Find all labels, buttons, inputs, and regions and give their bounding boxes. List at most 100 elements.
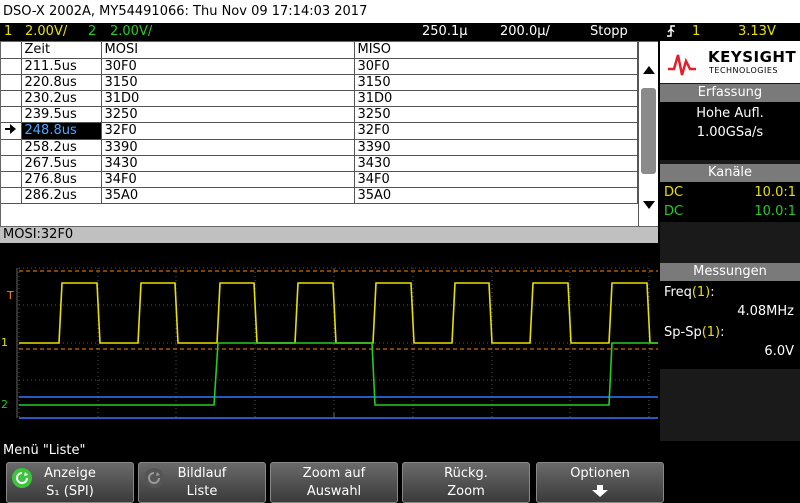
chevron-down-icon [537,484,663,503]
measurement-1-value: 4.08MHz [737,304,794,319]
timebase-scale[interactable]: 200.0µ/ [500,23,550,41]
marker-column [1,42,22,59]
softkey-undo-zoom[interactable]: Rückg. Zoom [402,462,530,503]
ch1-scale[interactable]: 2.00V/ [25,23,67,41]
table-row[interactable]: 267.5us 3430 3430 [1,155,638,172]
softkey-scroll[interactable]: Bildlauf Liste [138,462,266,503]
row-miso: 32F0 [354,122,638,140]
lister-table: Zeit MOSI MISO 211.5us 30F0 30F0 220.8us 31… [1,42,638,204]
ch1-waveform [19,282,658,344]
waveform-display[interactable]: T 1 2 [0,243,658,443]
row-mosi: 3390 [101,139,355,156]
ch2-ground-marker: 2 [1,398,8,411]
row-time: 276.8us [21,171,102,188]
channels-panel[interactable]: DC 10.0:1 DC 10.0:1 [660,182,800,222]
softkey-label: Anzeige [44,466,96,481]
row-mosi: 3430 [101,155,355,172]
row-miso: 3430 [354,155,638,172]
ch2-waveform [19,342,658,406]
decode-value: MOSI:32F0 [3,227,74,242]
row-miso: 3150 [354,74,638,91]
lister-panel: Zeit MOSI MISO 211.5us 30F0 30F0 220.8us 31… [0,41,658,227]
softkey-label: Optionen [570,466,630,481]
softkey-bar: Anzeige S₁ (SPI) Bildlauf Liste Zoom auf… [0,462,800,503]
acquisition-rate: 1.00GSa/s [696,125,764,140]
table-row[interactable]: 258.2us 3390 3390 [1,139,638,156]
window-title: DSO-X 2002A, MY54491066: Thu Nov 09 17:1… [3,4,368,19]
measurements-heading[interactable]: Messungen [660,263,800,281]
scroll-thumb[interactable] [641,88,656,174]
ch1-number[interactable]: 1 [4,23,12,41]
row-time: 211.5us [21,58,102,75]
right-sidebar: KEYSIGHT TECHNOLOGIES Erfassung Hohe Auf… [660,41,800,441]
softkey-label: Rückg. [444,466,488,481]
row-mosi: 30F0 [101,58,355,75]
row-time: 239.5us [21,106,102,123]
softkey-label: S₁ (SPI) [46,484,94,499]
column-header-time[interactable]: Zeit [21,42,102,59]
measurement-1-label: Freq(1): [664,285,715,300]
softkey-display[interactable]: Anzeige S₁ (SPI) [6,462,134,503]
row-time: 248.8us [21,122,102,140]
table-row[interactable]: 211.5us 30F0 30F0 [1,58,638,75]
softkey-label: Zoom auf [302,466,366,481]
acquisition-heading[interactable]: Erfassung [660,84,800,102]
scroll-up-icon[interactable] [641,62,657,78]
softkey-options[interactable]: Optionen [536,462,664,503]
table-row[interactable]: 220.8us 3150 3150 [1,74,638,91]
table-row[interactable]: 239.5us 3250 3250 [1,106,638,123]
keysight-logo: KEYSIGHT TECHNOLOGIES [660,41,800,83]
table-row[interactable]: 286.2us 35A0 35A0 [1,187,638,204]
measurement-2-value: 6.0V [764,344,794,359]
column-header-miso[interactable]: MISO [354,42,638,59]
softkey-label: Auswahl [306,484,362,499]
list-scrollbar[interactable] [638,42,658,226]
ch1-probe: 10.0:1 [754,185,796,200]
brand-name: KEYSIGHT [708,48,797,66]
row-mosi: 34F0 [101,171,355,188]
column-header-mosi[interactable]: MOSI [101,42,355,59]
waveform-canvas: T 1 2 [1,267,658,419]
row-pointer-icon [1,122,22,140]
acquisition-mode: Hohe Aufl. [696,106,764,121]
row-time: 267.5us [21,155,102,172]
channels-heading[interactable]: Kanäle [660,164,800,182]
row-miso: 30F0 [354,58,638,75]
ch2-probe: 10.0:1 [754,204,796,219]
run-state[interactable]: Stopp [590,23,628,41]
trigger-level[interactable]: 3.13V [738,23,776,41]
row-time: 230.2us [21,90,102,107]
row-miso: 34F0 [354,171,638,188]
row-mosi: 35A0 [101,187,355,204]
softkey-label: Zoom [447,484,485,499]
ch2-coupling: DC [664,204,684,219]
row-mosi: 31D0 [101,90,355,107]
row-time: 220.8us [21,74,102,91]
table-row-selected[interactable]: 248.8us 32F0 32F0 [1,122,638,140]
row-mosi: 3150 [101,74,355,91]
lister-header-row: Zeit MOSI MISO [1,42,638,59]
trigger-channel[interactable]: 1 [692,23,700,41]
status-bar: 1 2.00V/ 2 2.00V/ 250.1µ 200.0µ/ Stopp 1… [0,23,800,41]
softkey-label: Liste [186,484,218,499]
brand-sub: TECHNOLOGIES [709,66,778,75]
row-time: 286.2us [21,187,102,204]
row-miso: 31D0 [354,90,638,107]
timebase-delay[interactable]: 250.1µ [422,23,468,41]
title-bar: DSO-X 2002A, MY54491066: Thu Nov 09 17:1… [0,0,800,23]
measurement-2-label: Sp-Sp(1): [664,325,725,340]
decode-line: MOSI:32F0 [0,227,658,243]
ch2-number[interactable]: 2 [88,23,96,41]
softkey-label: Bildlauf [177,466,227,481]
row-time: 258.2us [21,139,102,156]
softkey-zoom-selection[interactable]: Zoom auf Auswahl [270,462,398,503]
scroll-down-icon[interactable] [641,197,657,213]
trigger-marker: T [6,289,14,302]
row-mosi: 3250 [101,106,355,123]
measurements-panel[interactable]: Freq(1): 4.08MHz Sp-Sp(1): 6.0V [660,281,800,369]
acquisition-panel[interactable]: Hohe Aufl. 1.00GSa/s [660,102,800,160]
table-row[interactable]: 230.2us 31D0 31D0 [1,90,638,107]
menu-label: Menü "Liste" [3,443,86,458]
table-row[interactable]: 276.8us 34F0 34F0 [1,171,638,188]
ch2-scale[interactable]: 2.00V/ [110,23,152,41]
